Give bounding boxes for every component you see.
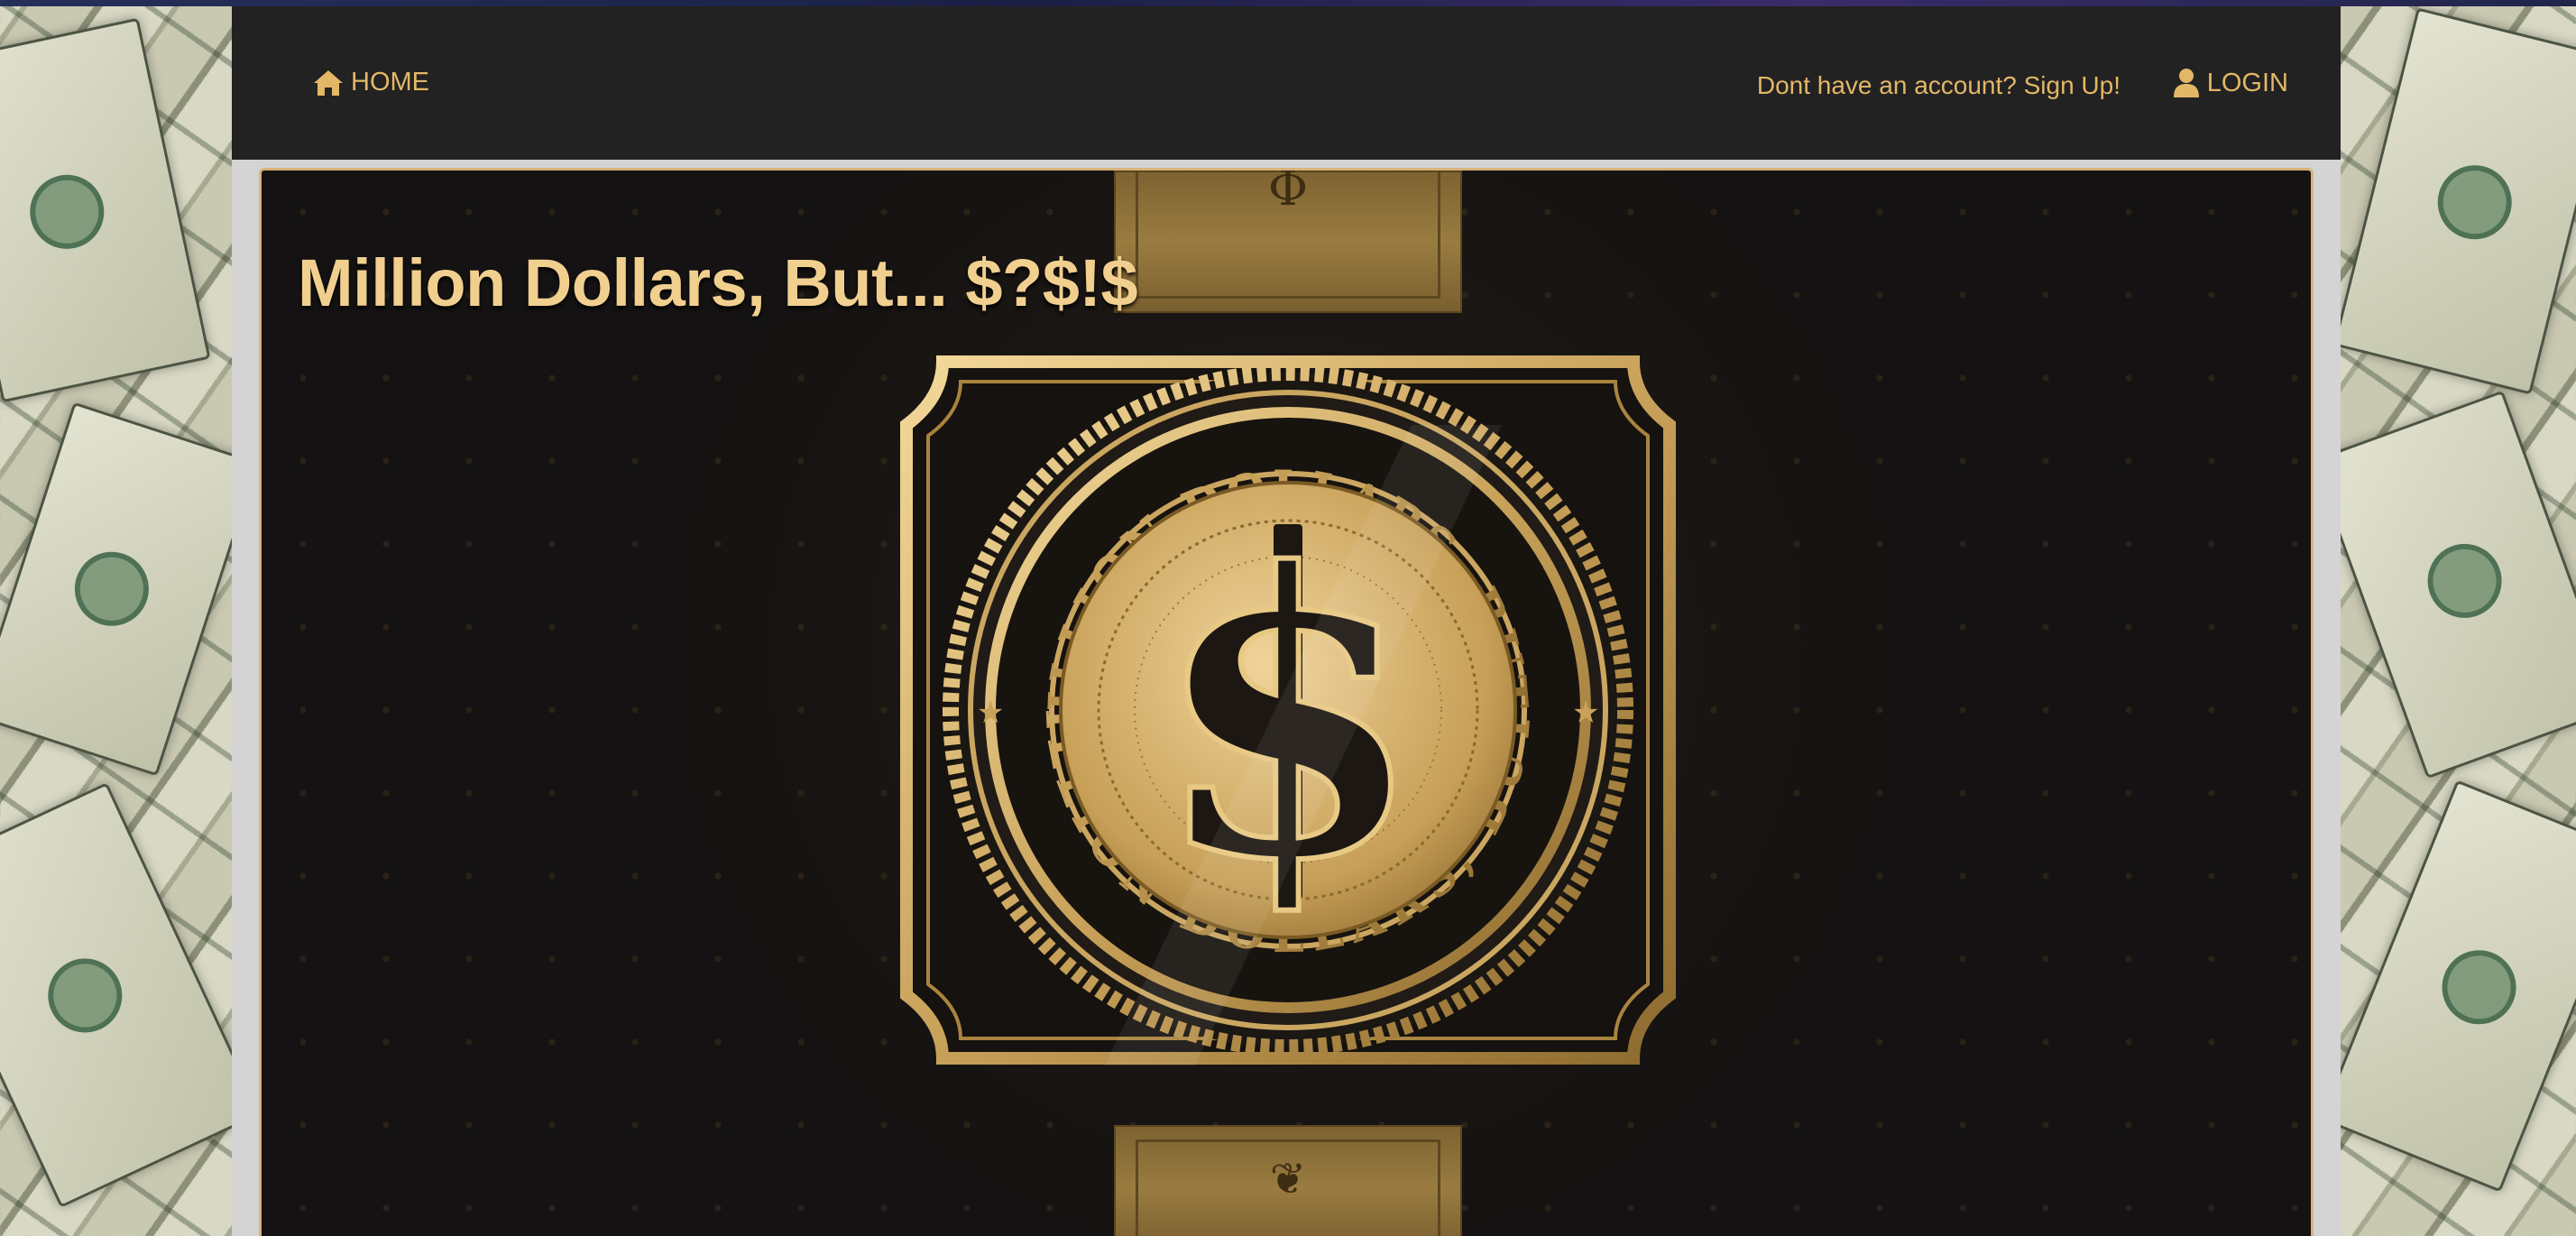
signup-label: Dont have an account? Sign Up! — [1756, 71, 2121, 99]
background-bill — [2332, 7, 2576, 395]
rooster-icon: ❦ — [1269, 1154, 1307, 1204]
background-bill — [2319, 779, 2576, 1193]
star-icon: ★ — [1572, 696, 1599, 730]
home-nav-link[interactable]: HOME — [313, 68, 429, 97]
band-ornament-icon: Φ — [1267, 168, 1309, 217]
background-bill — [2311, 390, 2576, 779]
million-dollars-emblem-logo: MILLION DOLLARS, BUT... MILLION DOLLARS,… — [870, 326, 1676, 1065]
banner-gold-band-top: Φ — [1114, 171, 1462, 313]
hero-title: Million Dollars, But... $?$!$ — [298, 245, 1138, 320]
login-nav-link[interactable]: LOGIN — [2173, 68, 2288, 98]
window-top-strip — [0, 0, 2576, 6]
home-icon — [314, 69, 343, 96]
background-bill — [0, 782, 262, 1208]
signup-link[interactable]: Dont have an account? Sign Up! — [1757, 71, 2121, 100]
home-nav-label: HOME — [351, 68, 429, 97]
background-bill — [0, 17, 211, 403]
login-nav-label: LOGIN — [2206, 68, 2288, 97]
star-icon: ★ — [977, 696, 1004, 730]
user-icon — [2173, 69, 2199, 97]
hero-banner: Φ ❦ Million Dollars, But... $?$!$ ★ ★ — [259, 168, 2314, 1236]
banner-gold-band-bottom: ❦ — [1114, 1125, 1462, 1236]
background-bill — [0, 401, 260, 777]
top-navbar: HOME Dont have an account? Sign Up! LOGI… — [232, 6, 2341, 161]
